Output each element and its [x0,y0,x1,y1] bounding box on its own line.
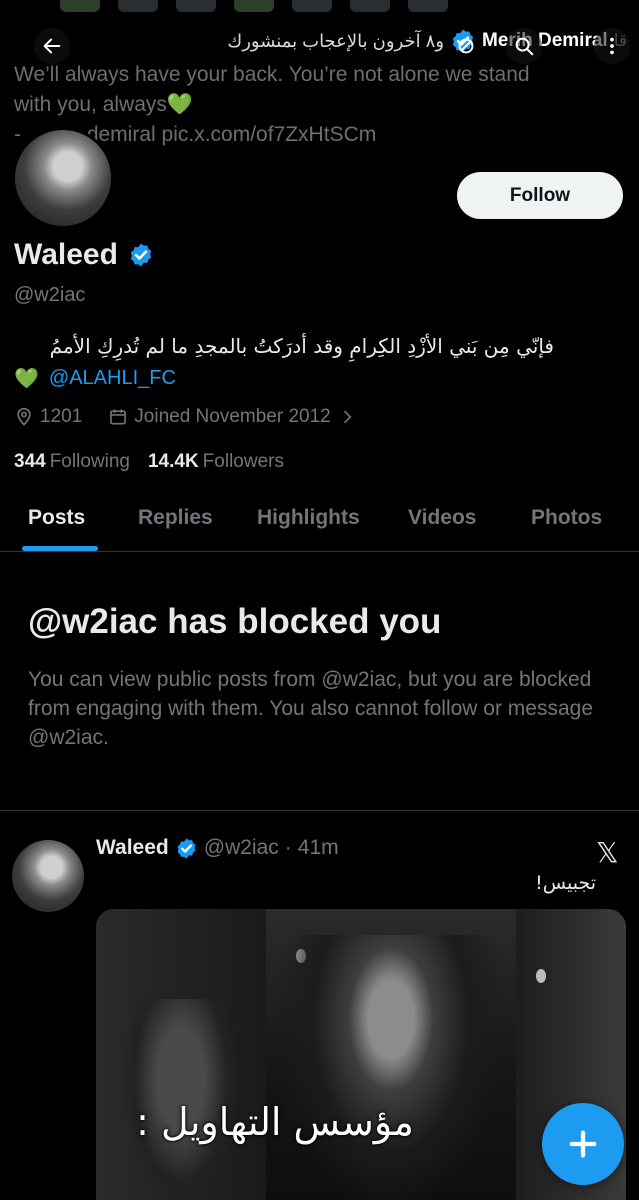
location-pin-icon [17,407,31,426]
profile-name: Waleed [14,238,118,271]
banner-thumbnail [350,0,390,12]
profile-joined-date[interactable]: Joined November 2012 [134,406,330,428]
tab-videos[interactable]: Videos [408,506,476,530]
blocked-title: @w2iac has blocked you [28,602,442,641]
tab-photos[interactable]: Photos [531,506,602,530]
profile-bio: فإنّي مِن بَني الأزْدِ الكِرامِ وقد أدرَ… [49,334,554,358]
banner-thumbnail [408,0,448,12]
tweet-handle: @w2iac [203,836,279,859]
chevron-right-icon[interactable] [337,407,357,427]
media-caption: مؤسس التهاويل : [136,1100,414,1144]
active-tab-indicator [22,546,98,551]
calendar-icon [110,409,127,425]
search-button[interactable] [506,28,542,64]
tweet-text: تجبيس! [535,872,596,894]
following-stat[interactable]: 344 Following [14,451,130,473]
bio-mention-link[interactable]: @ALAHLI_FC [49,367,176,390]
profile-bio-line2: 💚 @ALAHLI_FC [14,366,176,391]
verified-badge-icon[interactable] [128,242,154,268]
circle-slash-icon [458,38,474,54]
banner-thumbnail [176,0,216,12]
tab-replies[interactable]: Replies [138,506,213,530]
tweet-header: Waleed @w2iac · 41m [96,836,339,860]
compose-button[interactable] [542,1103,624,1185]
banner-quote-link: demiral pic.x.com/of7ZxHtSCm [86,123,377,146]
followers-count: 14.4K [147,451,199,472]
follow-button[interactable]: Follow [457,172,623,219]
plus-icon [569,1130,597,1158]
tweet-avatar[interactable] [12,840,84,912]
x-logo-icon: 𝕏 [596,836,619,869]
profile-handle: @w2iac [14,284,86,306]
banner-thumbnail [60,0,100,12]
profile-name-row: Waleed [14,238,154,272]
followers-label: Followers [202,451,284,472]
search-icon [515,37,534,56]
tweet-time: 41m [297,836,339,859]
followers-stat[interactable]: 14.4K Followers [148,451,284,473]
profile-avatar[interactable] [12,127,114,229]
green-heart-emoji: 💚 [14,368,39,390]
banner-thumbnails [60,0,448,12]
following-count: 344 [14,451,46,472]
arrow-left-icon [43,38,61,54]
verified-badge-icon [177,837,196,859]
profile-meta: 1201 Joined November 2012 [14,406,357,428]
banner-header-likes: و٨ آخرون بالإعجاب بمنشورك [227,30,445,51]
banner-thumbnail [292,0,332,12]
media-lamp [536,969,546,983]
banner-header-name: Merih Demiral [482,30,608,51]
no-notifications-button[interactable] [448,28,484,64]
banner-thumbnail [234,0,274,12]
media-person [276,935,506,1200]
profile-tabs: Posts Replies Highlights Videos Photos [0,490,639,552]
more-vertical-icon [610,37,614,55]
media-plant [126,999,236,1199]
following-label: Following [49,451,130,472]
profile-location: 1201 [40,406,83,427]
tweet-author-name[interactable]: Waleed [96,836,169,860]
blocked-description: You can view public posts from @w2iac, b… [28,668,594,749]
more-button[interactable] [594,28,630,64]
banner-quote-text: We’ll always have your back. You’re not … [14,63,530,116]
profile-stats: 344 Following 14.4K Followers [14,451,284,473]
banner-thumbnail [118,0,158,12]
back-button[interactable] [34,28,70,64]
tab-posts[interactable]: Posts [28,506,85,530]
tweet-dot-separator: · [284,836,292,859]
tab-highlights[interactable]: Highlights [257,506,360,530]
banner-quote: We’ll always have your back. You’re not … [14,60,554,150]
divider [0,810,639,811]
